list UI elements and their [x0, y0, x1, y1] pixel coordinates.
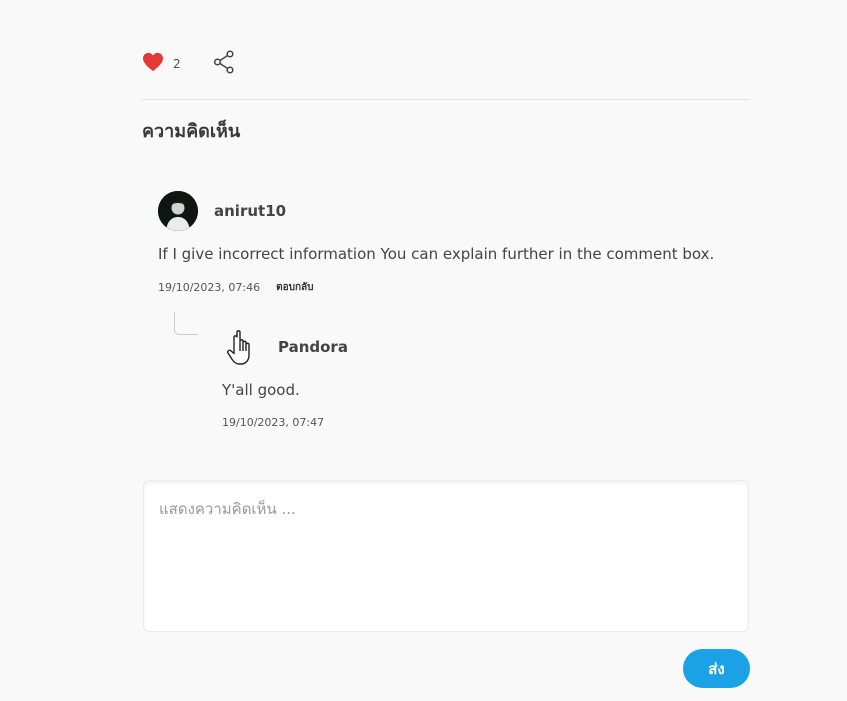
thread-connector	[174, 312, 198, 335]
like-count: 2	[173, 57, 181, 71]
comment-timestamp: 19/10/2023, 07:46	[158, 281, 261, 294]
comment-input[interactable]	[144, 481, 748, 631]
comments-title: ความคิดเห็น	[142, 121, 241, 142]
avatar[interactable]	[158, 191, 198, 231]
comments-page: 2 ความคิดเห็น anirut10 If I give incorre…	[0, 0, 847, 701]
like-button[interactable]: 2	[142, 52, 181, 76]
divider	[142, 99, 750, 100]
comment-meta: 19/10/2023, 07:46 ตอบกลับ	[158, 280, 313, 295]
send-button[interactable]: ส่ง	[683, 649, 750, 688]
reply-link[interactable]: ตอบกลับ	[276, 280, 313, 295]
heart-icon	[142, 52, 164, 76]
reply-text: Y'all good.	[222, 381, 300, 399]
reply-author[interactable]: Pandora	[278, 338, 348, 356]
comment-composer	[143, 480, 749, 632]
share-button[interactable]	[213, 50, 235, 78]
reply-timestamp: 19/10/2023, 07:47	[222, 416, 325, 429]
hand-pointer-icon[interactable]	[226, 329, 260, 367]
comment-author[interactable]: anirut10	[214, 202, 286, 220]
share-icon	[213, 50, 235, 78]
comment-text: If I give incorrect information You can …	[158, 245, 715, 263]
post-actions: 2	[142, 50, 235, 78]
